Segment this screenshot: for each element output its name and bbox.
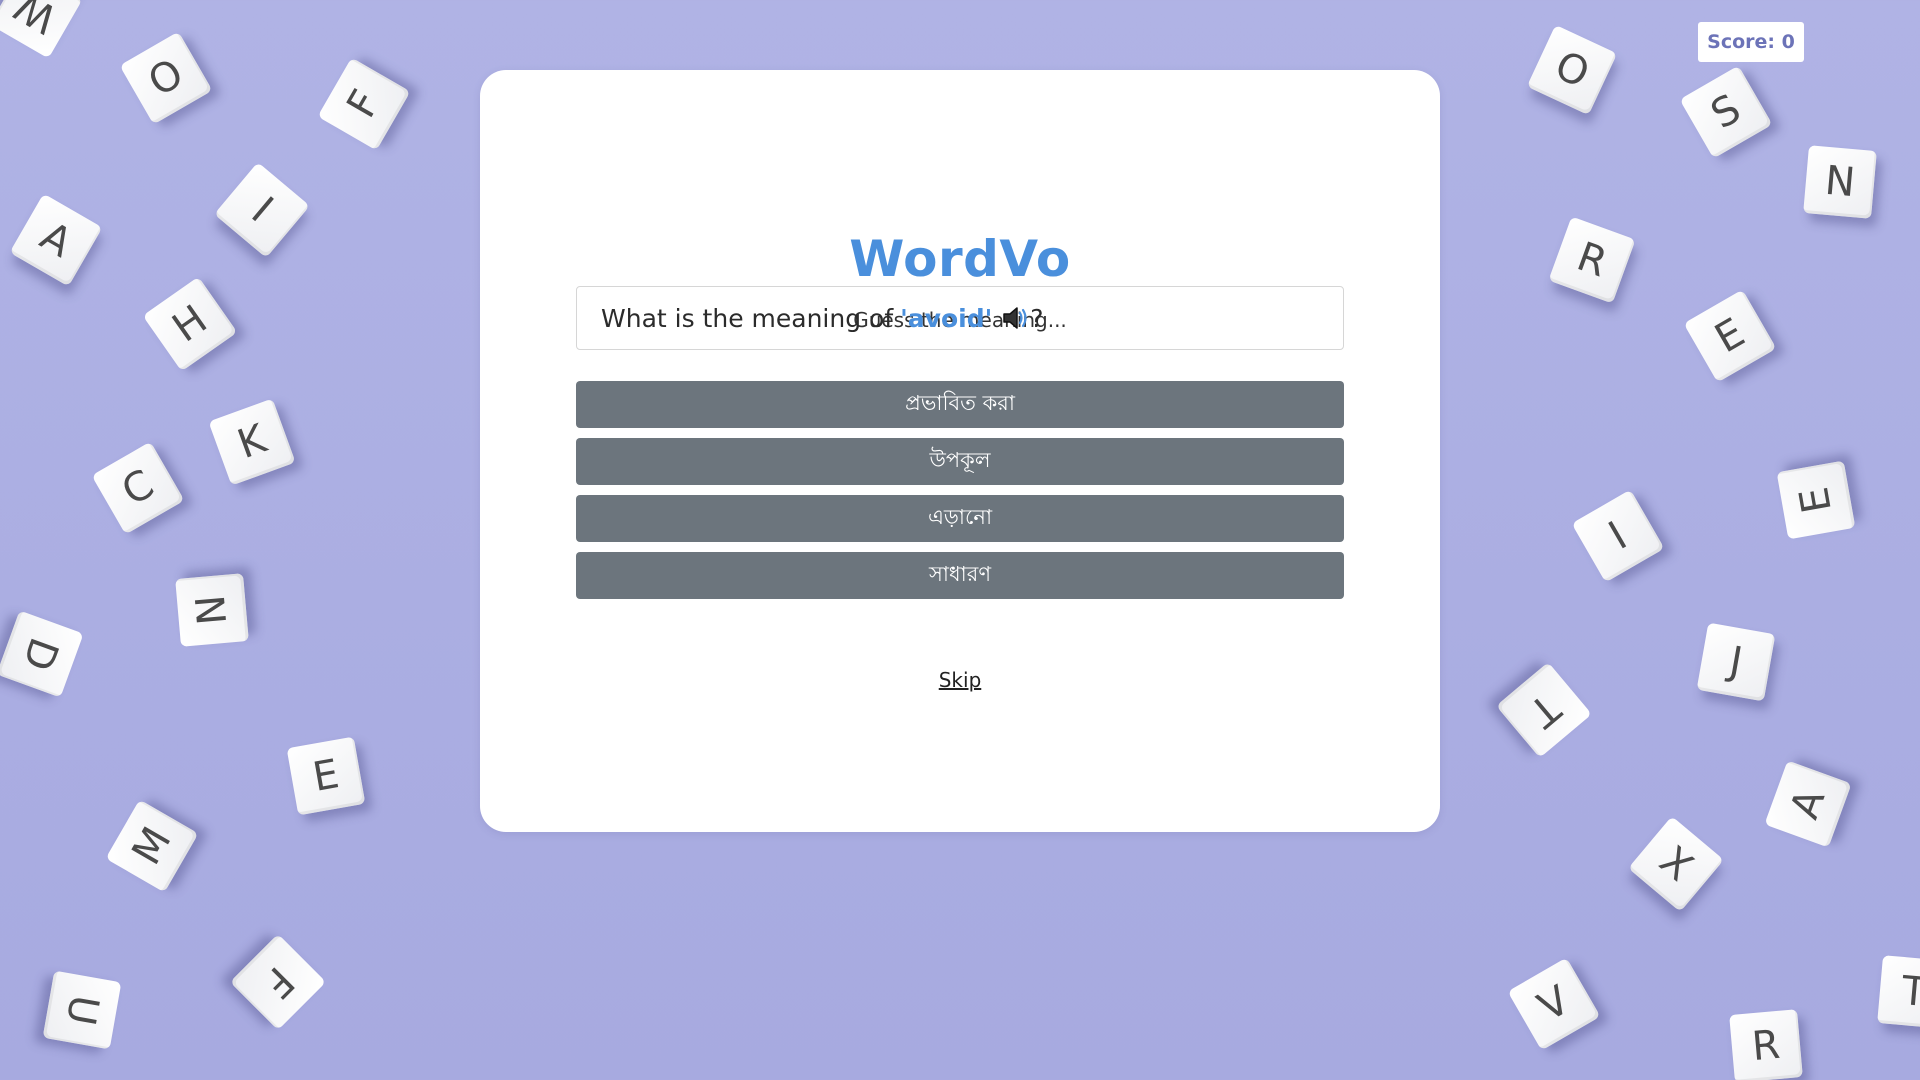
letter-tile: E [1776, 460, 1856, 540]
app-title: WordVo [849, 230, 1071, 288]
letter-tile: H [142, 276, 238, 372]
letter-tile: D [0, 610, 84, 698]
letter-tile: S [1679, 65, 1773, 159]
letter-tile: I [214, 162, 310, 258]
letter-tile: N [175, 573, 249, 647]
letter-tile: A [1764, 760, 1852, 848]
letter-tile: T [1877, 955, 1920, 1029]
question-suffix: ? [1030, 303, 1044, 333]
letter-tile: O [119, 31, 213, 125]
letter-tile: A [9, 193, 103, 287]
answer-options: প্রভাবিত করা উপকূল এড়ানো সাধারণ [576, 381, 1344, 609]
question-word: 'avoid' [900, 303, 993, 333]
letter-tile: M [105, 799, 199, 893]
letter-tile: K [208, 398, 296, 486]
letter-tile: N [1803, 145, 1877, 219]
letter-tile: E [1683, 289, 1777, 383]
answer-option-3[interactable]: এড়ানো [576, 495, 1344, 542]
answer-option-2[interactable]: উপকূল [576, 438, 1344, 485]
letter-tile: R [1548, 216, 1636, 304]
letter-tile: O [1526, 24, 1618, 116]
answer-option-4[interactable]: সাধারণ [576, 552, 1344, 599]
answer-option-1[interactable]: প্রভাবিত করা [576, 381, 1344, 428]
letter-tile: T [1496, 662, 1592, 758]
quiz-card: WordVo Guess the meaning... What is the … [480, 70, 1440, 832]
letter-tile: I [1571, 489, 1665, 583]
question-box: What is the meaning of 'avoid' ? [576, 286, 1344, 350]
letter-tile: U [42, 970, 122, 1050]
letter-tile: X [1628, 816, 1724, 912]
letter-tile: E [286, 736, 366, 816]
letter-tile: R [1729, 1009, 1803, 1080]
question-prefix: What is the meaning of [601, 303, 894, 333]
speaker-icon[interactable] [1002, 305, 1030, 331]
letter-tile: W [0, 0, 83, 59]
score-badge: Score: 0 [1698, 22, 1804, 62]
skip-link[interactable]: Skip [480, 668, 1440, 692]
letter-tile: V [1507, 957, 1601, 1051]
letter-tile: F [229, 933, 327, 1031]
letter-tile: C [91, 441, 185, 535]
letter-tile: J [1696, 622, 1776, 702]
letter-tile: F [317, 57, 411, 151]
